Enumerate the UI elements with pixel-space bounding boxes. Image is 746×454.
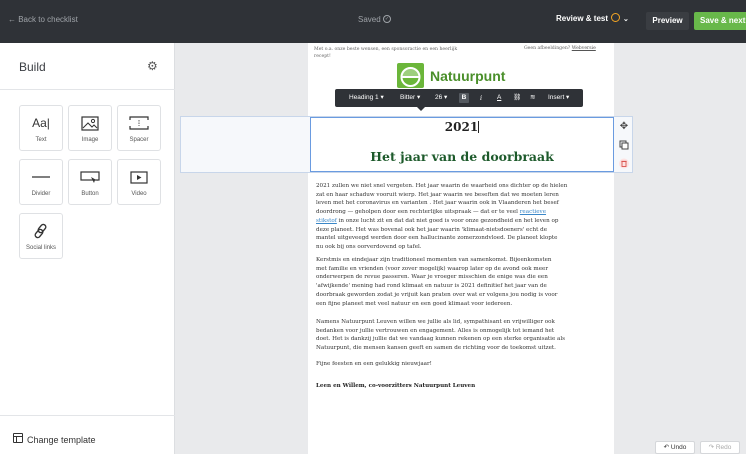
- heading-year-text: 2021: [444, 120, 479, 134]
- divider-icon: [20, 168, 62, 186]
- video-icon: [118, 168, 160, 186]
- block-label: Divider: [31, 191, 51, 197]
- signature[interactable]: Leen en Willem, co-voorzitters Natuurpun…: [316, 382, 621, 391]
- text-line: doorbraak geworden zodat je vrijuit kan …: [316, 291, 558, 298]
- delete-icon[interactable]: [618, 158, 630, 170]
- web-version-link[interactable]: Webversie: [572, 46, 596, 51]
- save-and-next-button[interactable]: Save & next: [694, 12, 746, 30]
- block-label: Spacer: [129, 137, 149, 143]
- text-icon-glyph: Aa|: [32, 116, 50, 130]
- image-icon: [69, 114, 111, 132]
- save-status-text: Saved: [358, 15, 381, 24]
- text-line: mantel uitgeveegd werden door een halluc…: [316, 235, 558, 242]
- italic-button[interactable]: i: [480, 89, 482, 107]
- toolbar-pointer: [417, 107, 425, 111]
- sidebar-divider: [0, 415, 175, 416]
- preview-button[interactable]: Preview: [646, 12, 689, 30]
- text-line: zat en haar schaduw vooruit wierp. Het j…: [316, 191, 559, 198]
- review-label: Review & test: [556, 14, 609, 23]
- text-color-button[interactable]: A: [497, 89, 501, 107]
- preheader-right: Geen afbeeldingen? Webversie: [524, 46, 596, 51]
- block-label: Social links: [25, 245, 56, 251]
- undo-button[interactable]: ↶ Undo: [655, 441, 695, 454]
- text-line: 2021 zullen we niet snel vergeten. Het j…: [316, 183, 568, 189]
- link-button[interactable]: ⛓: [513, 89, 521, 107]
- block-label: Video: [131, 191, 147, 197]
- sidebar-divider: [0, 89, 175, 90]
- link-icon: [20, 222, 62, 240]
- heading-title[interactable]: Het jaar van de doorbraak: [310, 149, 614, 164]
- block-image[interactable]: Image: [68, 105, 112, 151]
- bold-button[interactable]: B: [459, 93, 469, 103]
- check-circle-icon: ✓: [382, 15, 391, 23]
- text-line: een fijne planeet met veel natuur en een…: [316, 300, 513, 307]
- paragraph-1[interactable]: 2021 zullen we niet snel vergeten. Het j…: [316, 182, 621, 252]
- block-label: Image: [81, 137, 99, 143]
- spacer-icon: [118, 114, 160, 132]
- text-line: stikstof in onze lucht zit en dat dat ni…: [316, 217, 621, 226]
- block-video[interactable]: Video: [117, 159, 161, 205]
- text-line: 'afwijkende' mening had rond klimaat en …: [316, 283, 547, 290]
- block-button[interactable]: Button: [68, 159, 112, 205]
- duplicate-icon[interactable]: [618, 140, 630, 152]
- text-line: Kerstmis en eindejaar zijn traditioneel …: [316, 257, 552, 263]
- template-icon: [13, 433, 23, 443]
- natuurpunt-logo-icon: [397, 63, 424, 88]
- paragraph-4[interactable]: Fijne feesten en een gelukkig nieuwjaar!: [316, 360, 621, 369]
- top-bar: ← Back to checklist Saved ✓ Review & tes…: [0, 0, 746, 43]
- change-template-button[interactable]: Change template: [27, 435, 96, 445]
- text-cursor: [478, 121, 480, 133]
- style-select[interactable]: Heading 1 ▾: [349, 89, 384, 107]
- insert-menu[interactable]: Insert ▾: [548, 89, 569, 107]
- chevron-down-icon: ⌄: [623, 16, 629, 23]
- text-line: nu ook bij ons oorverdovend op tafel.: [316, 243, 422, 250]
- reactieve-stikstof-link[interactable]: reactieve: [520, 209, 546, 215]
- text-line: deze planeet. Het was bovenal ook het ja…: [316, 226, 548, 233]
- brand-name: Natuurpunt: [430, 68, 506, 84]
- text-icon: Aa|: [20, 114, 62, 132]
- preheader-text: Met o.a. onze beste wensen, een sponsora…: [314, 47, 458, 59]
- text-line: Namens Natuurpunt Leuven willen we julli…: [316, 319, 555, 325]
- block-label: Button: [81, 191, 99, 197]
- paragraph-3[interactable]: Namens Natuurpunt Leuven willen we julli…: [316, 318, 621, 353]
- text-line: bedanken voor jullie vertrouwen en engag…: [316, 327, 555, 334]
- block-social-links[interactable]: Social links: [19, 213, 63, 259]
- heading-year[interactable]: 2021: [310, 120, 614, 134]
- block-label: Text: [35, 137, 47, 143]
- size-select[interactable]: 26 ▾: [435, 89, 447, 107]
- redo-button[interactable]: ↷ Redo: [700, 441, 740, 454]
- no-images-text: Geen afbeeldingen?: [524, 46, 571, 51]
- text-line: met familie en vrienden (voor zover moge…: [316, 265, 549, 272]
- paragraph-2[interactable]: Kerstmis en eindejaar zijn traditioneel …: [316, 256, 621, 308]
- warning-dot-icon: [611, 13, 621, 22]
- block-spacer[interactable]: Spacer: [117, 105, 161, 151]
- block-divider[interactable]: Divider: [19, 159, 63, 205]
- text-span: in onze lucht zit en dat dat niet goed i…: [338, 217, 559, 224]
- font-select[interactable]: Bitter ▾: [400, 89, 420, 107]
- move-icon[interactable]: ✥: [618, 121, 630, 133]
- reactieve-stikstof-link-cont[interactable]: stikstof: [316, 218, 337, 224]
- review-and-test-button[interactable]: Review & test ⌄: [556, 13, 629, 23]
- text-span: doordrong — geholpen door een rechterlij…: [316, 209, 518, 216]
- save-status: Saved ✓: [358, 15, 391, 24]
- button-icon: [69, 168, 111, 186]
- sidebar-title: Build: [19, 60, 46, 74]
- text-line: onderwerpen de revue passeren. Waar je v…: [316, 274, 548, 281]
- text-line: leven met het coronavirus en varianten .…: [316, 200, 559, 207]
- text-line: doet. Het is dankzij jullie dat we vanda…: [316, 336, 566, 343]
- block-text[interactable]: Aa| Text: [19, 105, 63, 151]
- clear-format-button[interactable]: ≋: [530, 89, 535, 107]
- text-line: doordrong — geholpen door een rechterlij…: [316, 208, 621, 217]
- back-to-checklist-link[interactable]: ← Back to checklist: [8, 15, 78, 24]
- gear-icon[interactable]: ⚙: [147, 59, 158, 73]
- text-line: Natuurpunt, die mensen kansen geeft en s…: [316, 345, 556, 352]
- text-format-toolbar: Heading 1 ▾ Bitter ▾ 26 ▾ B i A ⛓ ≋ Inse…: [335, 89, 583, 111]
- build-sidebar: Build ⚙ Aa| Text Image Spacer Divider Bu…: [0, 43, 175, 454]
